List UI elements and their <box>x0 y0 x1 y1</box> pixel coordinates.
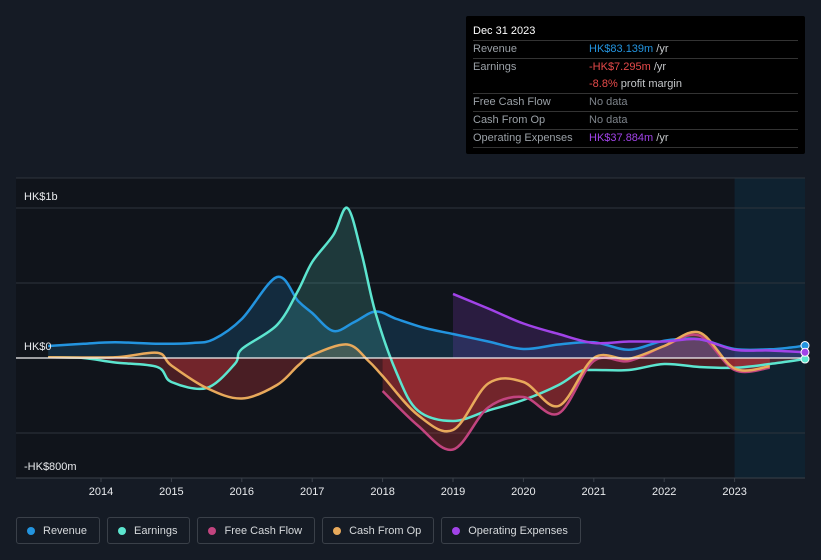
y-tick-label: HK$1b <box>24 191 58 203</box>
x-tick-label: 2021 <box>582 486 606 498</box>
legend: Revenue Earnings Free Cash Flow Cash From O… <box>16 517 581 544</box>
legend-item-cash-from-op[interactable]: Cash From Op <box>322 517 435 544</box>
tooltip-row-value: No data <box>589 96 628 108</box>
x-tick-label: 2016 <box>230 486 254 498</box>
tooltip-row-value: No data <box>589 114 628 126</box>
tooltip-row-label: Operating Expenses <box>473 132 573 144</box>
legend-label: Free Cash Flow <box>224 524 303 537</box>
y-tick-label: HK$0 <box>24 341 52 353</box>
legend-dot-icon <box>118 526 127 535</box>
tooltip-row-value: HK$83.139m /yr <box>589 43 669 55</box>
tooltip-panel: Dec 31 2023 Revenue HK$83.139m /yr Earning… <box>466 16 805 154</box>
tooltip-row: Cash From Op No data <box>473 112 798 130</box>
tooltip-row: Operating Expenses HK$37.884m /yr <box>473 130 798 148</box>
legend-label: Revenue <box>43 524 88 537</box>
x-tick-label: 2017 <box>300 486 324 498</box>
x-tick-label: 2018 <box>370 486 394 498</box>
legend-label: Operating Expenses <box>468 524 568 537</box>
legend-item-operating-expenses[interactable]: Operating Expenses <box>441 517 581 544</box>
x-tick-label: 2020 <box>511 486 535 498</box>
tooltip-row: Earnings -HK$7.295m /yr <box>473 59 798 76</box>
x-tick-label: 2023 <box>722 486 746 498</box>
tooltip-row: Revenue HK$83.139m /yr <box>473 41 798 59</box>
legend-label: Earnings <box>134 524 178 537</box>
legend-item-earnings[interactable]: Earnings <box>107 517 191 544</box>
tooltip-row-value: -8.8% profit margin <box>589 78 682 90</box>
legend-dot-icon <box>333 526 342 535</box>
tooltip-date: Dec 31 2023 <box>473 22 798 41</box>
legend-dot-icon <box>452 526 461 535</box>
tooltip-row-value: HK$37.884m /yr <box>589 132 669 144</box>
tooltip-row-label: Free Cash Flow <box>473 96 551 108</box>
tooltip-row-value: -HK$7.295m /yr <box>589 61 667 73</box>
legend-label: Cash From Op <box>349 524 422 537</box>
tooltip-row-label: Revenue <box>473 43 518 55</box>
legend-item-free-cash-flow[interactable]: Free Cash Flow <box>197 517 316 544</box>
tooltip-row-label: Earnings <box>473 61 517 73</box>
legend-item-revenue[interactable]: Revenue <box>16 517 101 544</box>
y-tick-label: -HK$800m <box>24 461 77 473</box>
x-tick-label: 2015 <box>159 486 183 498</box>
operating-expenses-endpoint <box>800 347 810 357</box>
tooltip-row-label <box>473 76 589 93</box>
x-tick-label: 2014 <box>89 486 113 498</box>
tooltip-row-label: Cash From Op <box>473 114 546 126</box>
x-tick-label: 2022 <box>652 486 676 498</box>
legend-dot-icon <box>208 526 217 535</box>
tooltip-row: -8.8% profit margin <box>473 76 798 94</box>
x-tick-label: 2019 <box>441 486 465 498</box>
tooltip-row: Free Cash Flow No data <box>473 94 798 112</box>
legend-dot-icon <box>27 526 35 535</box>
